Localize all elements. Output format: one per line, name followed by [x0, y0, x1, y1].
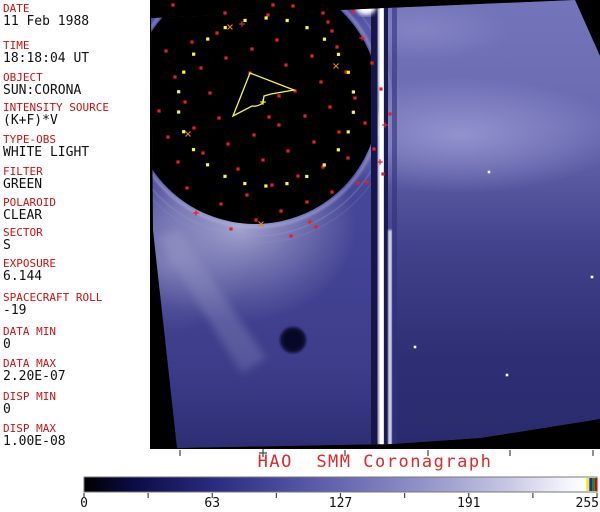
metadata-field-object: OBJECT SUN:CORONA — [3, 72, 81, 98]
metadata-field-disp-max: DISP MAX 1.00E-08 — [3, 423, 66, 449]
field-value: WHITE LIGHT — [3, 145, 90, 160]
viewer-window: DATE 11 Feb 1988 TIME 18:18:04 UT OBJECT SUN:… — [0, 0, 600, 512]
field-value: GREEN — [3, 177, 43, 192]
field-value: 0 — [3, 337, 11, 352]
metadata-field-spacecraft-roll: SPACECRAFT ROLL -19 — [3, 292, 102, 318]
colorbar-tick-label: 255 — [575, 496, 599, 511]
field-value: 18:18:04 UT — [3, 51, 90, 66]
field-value: (K+F)*V — [3, 113, 58, 128]
metadata-field-disp-min: DISP MIN 0 — [3, 391, 56, 417]
field-value: -19 — [3, 303, 27, 318]
metadata-field-data-max: DATA MAX 2.20E-07 — [3, 358, 66, 384]
field-value: 1.00E-08 — [3, 434, 66, 449]
field-label: DATA MIN — [3, 325, 56, 338]
field-label: DISP MIN — [3, 390, 56, 403]
metadata-field-polaroid: POLAROID CLEAR — [3, 197, 56, 223]
field-value: 11 Feb 1988 — [3, 14, 90, 29]
field-value: S — [3, 238, 11, 253]
metadata-field-time: TIME 18:18:04 UT — [3, 40, 89, 66]
metadata-field-type-obs: TYPE-OBS WHITE LIGHT — [3, 134, 89, 160]
field-value: CLEAR — [3, 208, 43, 223]
metadata-field-exposure: EXPOSURE 6.144 — [3, 258, 56, 284]
colorbar-labels: 0 63 127 191 255 — [0, 496, 600, 512]
colorbar — [83, 476, 598, 498]
colorbar-tick-label: 191 — [457, 496, 481, 511]
colorbar-tick-label: 127 — [328, 496, 353, 511]
colorbar-tick-label: 63 — [204, 496, 221, 511]
metadata-field-filter: FILTER GREEN — [3, 166, 43, 192]
colorbar-tick-label: 0 — [80, 496, 88, 511]
metadata-field-date: DATE 11 Feb 1988 — [3, 3, 89, 29]
metadata-field-sector: SECTOR S — [3, 227, 43, 253]
field-value: SUN:CORONA — [3, 83, 82, 98]
field-value: 2.20E-07 — [3, 369, 66, 384]
metadata-field-intensity-source: INTENSITY SOURCE (K+F)*V — [3, 102, 109, 128]
image-title: HAO SMM Coronagraph — [257, 452, 493, 472]
metadata-panel: DATE 11 Feb 1988 TIME 18:18:04 UT OBJECT SUN:… — [0, 0, 150, 449]
field-value: 6.144 — [3, 269, 43, 284]
field-value: 0 — [3, 402, 11, 417]
metadata-field-data-min: DATA MIN 0 — [3, 326, 56, 352]
